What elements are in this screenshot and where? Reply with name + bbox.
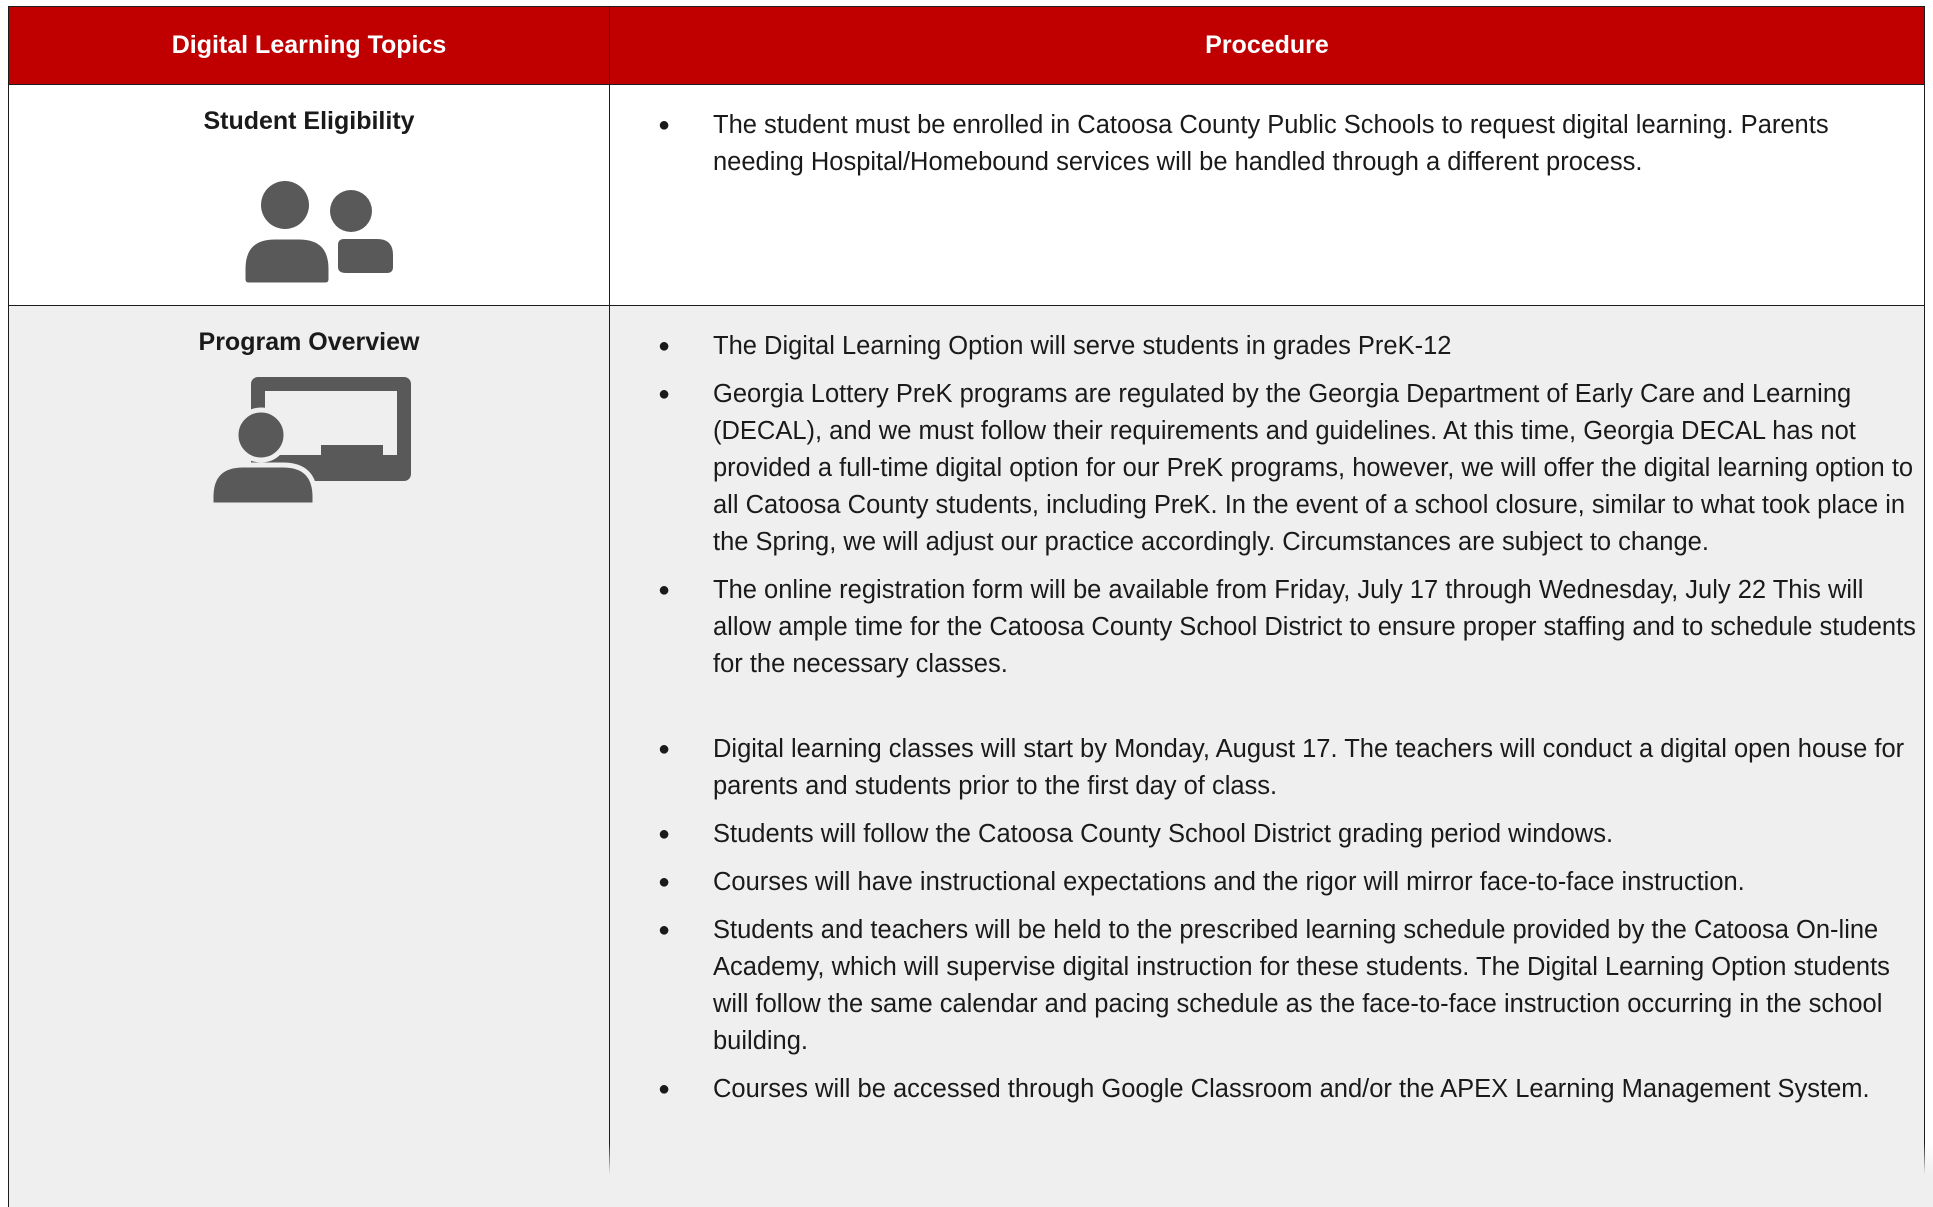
procedure-item: ● Digital learning classes will start by … <box>658 731 1916 805</box>
users-icon <box>243 181 393 285</box>
topic-title: Student Eligibility <box>203 107 415 135</box>
header-procedure-label: Procedure <box>1205 31 1329 59</box>
header-topics-label: Digital Learning Topics <box>171 31 447 59</box>
bullet-icon: ● <box>658 871 671 893</box>
procedure-item: ● The student must be enrolled in Catoosa… <box>658 107 1916 181</box>
procedure-list: ● The student must be enrolled in Catoosa… <box>658 107 1916 192</box>
bullet-icon: ● <box>658 579 671 601</box>
procedure-item-text: Students will follow the Catoosa County … <box>713 820 1614 848</box>
procedure-item-text: Courses will have instructional expectat… <box>713 868 1745 896</box>
topic-title: Program Overview <box>198 328 420 356</box>
procedure-item: ● Courses will be accessed through Google… <box>658 1071 1916 1108</box>
procedure-cell-program-overview: ● The Digital Learning Option will serve … <box>610 306 1924 1207</box>
procedure-document: Digital Learning Topics Procedure Studen… <box>0 0 1933 1207</box>
header-topics-cell: Digital Learning Topics <box>9 7 610 85</box>
topic-cell-program-overview: Program Overview <box>9 306 610 1207</box>
bullet-icon: ● <box>658 1078 671 1100</box>
procedure-cell-student-eligibility: ● The student must be enrolled in Catoosa… <box>610 85 1924 306</box>
procedure-item-text: The Digital Learning Option will serve s… <box>713 332 1452 360</box>
procedure-item-text: The online registration form will be ava… <box>713 576 1916 678</box>
page-cutoff-fade <box>601 1143 1933 1207</box>
procedure-item: ● Georgia Lottery PreK programs are regul… <box>658 376 1916 561</box>
procedure-item-text: Digital learning classes will start by M… <box>713 735 1905 800</box>
topic-cell-student-eligibility: Student Eligibility <box>9 85 610 306</box>
procedure-item-text: Courses will be accessed through Google … <box>713 1075 1870 1103</box>
procedure-item: ● Students will follow the Catoosa County… <box>658 816 1916 853</box>
bullet-icon: ● <box>658 738 671 760</box>
bullet-icon: ● <box>658 114 671 136</box>
procedure-item: ● The online registration form will be av… <box>658 572 1916 683</box>
bullet-icon: ● <box>658 335 671 357</box>
procedure-item-text: Georgia Lottery PreK programs are regula… <box>713 380 1914 556</box>
procedure-list: ● The Digital Learning Option will serve … <box>658 328 1916 1119</box>
procedure-item-text: The student must be enrolled in Catoosa … <box>713 111 1829 176</box>
bullet-icon: ● <box>658 383 671 405</box>
procedure-item: ● Students and teachers will be held to t… <box>658 912 1916 1060</box>
procedure-item: ● The Digital Learning Option will serve … <box>658 328 1916 365</box>
teacher-presentation-icon <box>211 377 411 505</box>
procedure-item-text: Students and teachers will be held to th… <box>713 916 1890 1055</box>
bullet-icon: ● <box>658 823 671 845</box>
bullet-icon: ● <box>658 919 671 941</box>
procedure-item: ● Courses will have instructional expecta… <box>658 864 1916 901</box>
procedure-table: Digital Learning Topics Procedure Studen… <box>8 6 1925 1207</box>
header-procedure-cell: Procedure <box>610 7 1924 85</box>
